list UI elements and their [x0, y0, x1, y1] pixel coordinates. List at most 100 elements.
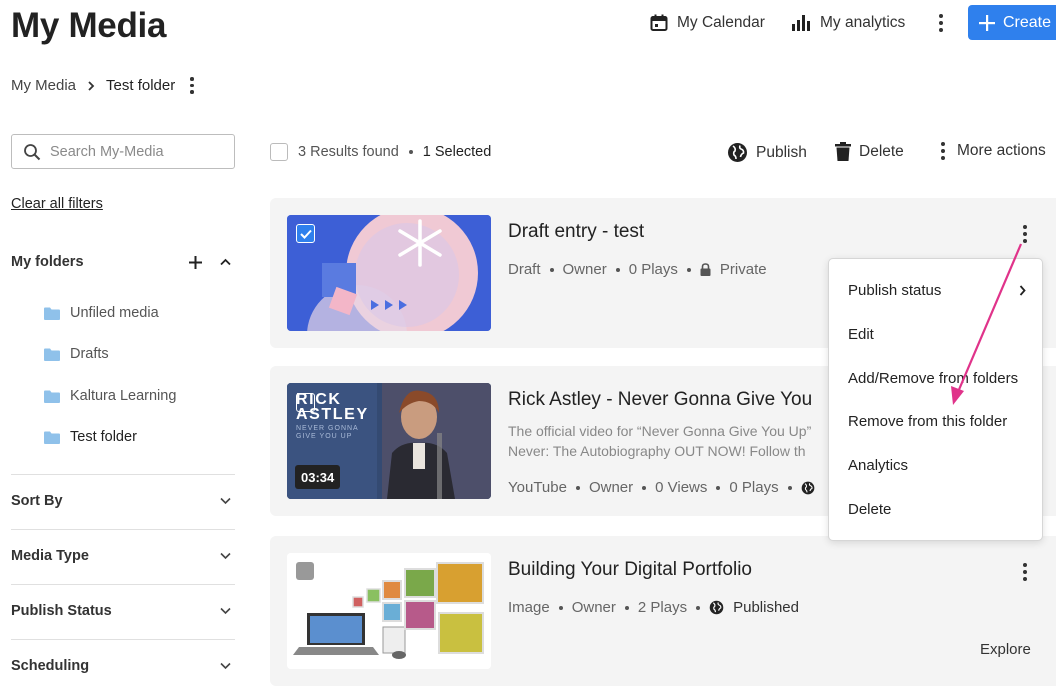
my-calendar-button[interactable]: My Calendar	[650, 12, 765, 34]
checkmark-icon	[299, 229, 312, 239]
folder-label: Drafts	[70, 346, 109, 362]
separator-dot	[558, 605, 563, 610]
separator-dot	[624, 605, 629, 610]
header-more-icon[interactable]	[935, 14, 947, 32]
breadcrumb-current: Test folder	[106, 77, 176, 94]
description-line: The official video for “Never Gonna Give…	[508, 423, 812, 439]
media-entry-card[interactable]: Building Your Digital Portfolio Image Ow…	[270, 536, 1056, 686]
meta-role: Owner	[588, 479, 634, 496]
entry-thumbnail[interactable]	[287, 215, 491, 331]
filter-sort-by[interactable]: Sort By	[11, 493, 235, 509]
filter-scheduling[interactable]: Scheduling	[11, 658, 235, 674]
menu-item-add-remove-folders[interactable]: Add/Remove from folders	[848, 370, 1018, 387]
trash-icon	[835, 142, 851, 161]
lock-icon	[700, 263, 711, 276]
menu-item-publish-status[interactable]: Publish status	[848, 282, 1026, 299]
add-folder-icon[interactable]	[189, 255, 202, 269]
folder-label: Kaltura Learning	[70, 388, 177, 404]
publish-label: Publish	[756, 143, 807, 161]
globe-icon	[728, 143, 747, 162]
more-actions-button[interactable]: More actions	[937, 142, 1046, 160]
folder-icon	[44, 348, 60, 361]
create-button[interactable]: Create	[968, 5, 1056, 40]
folder-item-test-folder[interactable]: Test folder	[44, 429, 137, 445]
entry-thumbnail[interactable]	[287, 553, 491, 669]
thumbnail-subtitle-text: NEVER GONNA GIVE YOU UP	[296, 425, 359, 441]
results-bar: 3 Results found 1 Selected	[270, 143, 491, 161]
bar-chart-icon	[792, 15, 810, 31]
selected-count: 1 Selected	[422, 144, 492, 160]
folder-icon	[44, 307, 60, 320]
entry-title[interactable]: Draft entry - test	[508, 221, 644, 243]
filter-publish-status[interactable]: Publish Status	[11, 603, 235, 619]
divider	[11, 474, 235, 475]
entry-title[interactable]: Building Your Digital Portfolio	[508, 559, 752, 581]
menu-item-remove-from-folder[interactable]: Remove from this folder	[848, 413, 1007, 430]
breadcrumb-root[interactable]: My Media	[11, 77, 76, 94]
entry-meta: Draft Owner 0 Plays Private	[508, 261, 767, 278]
filter-label: Sort By	[11, 493, 63, 509]
meta-plays: 0 Plays	[729, 479, 779, 496]
search-input[interactable]	[50, 143, 220, 160]
chevron-down-icon	[220, 552, 231, 560]
entry-checkbox[interactable]	[296, 393, 315, 412]
separator-dot	[549, 267, 554, 272]
entry-checkbox[interactable]	[296, 562, 314, 580]
meta-plays: 0 Plays	[628, 261, 678, 278]
filter-label: Scheduling	[11, 658, 90, 674]
search-field[interactable]	[11, 134, 235, 169]
publish-button[interactable]: Publish	[727, 142, 807, 163]
thumbnail-text-line: NEVER GONNA	[296, 425, 359, 432]
folder-label: Test folder	[70, 429, 137, 445]
folder-item-kaltura-learning[interactable]: Kaltura Learning	[44, 388, 176, 404]
abstract-artwork-thumbnail	[287, 215, 491, 331]
filter-media-type[interactable]: Media Type	[11, 548, 235, 564]
meta-status: Draft	[508, 261, 541, 278]
folder-more-icon[interactable]	[186, 77, 198, 94]
globe-icon	[709, 600, 724, 615]
entry-actions-menu-icon[interactable]	[1019, 225, 1031, 243]
entry-actions-menu-icon[interactable]	[1019, 563, 1031, 581]
separator-dot	[686, 267, 691, 272]
divider	[11, 529, 235, 530]
my-analytics-label: My analytics	[820, 14, 906, 31]
thumbnail-text-line: GIVE YOU UP	[296, 433, 353, 440]
folder-label: Unfiled media	[70, 305, 159, 321]
filter-label: Media Type	[11, 548, 89, 564]
explore-link[interactable]: Explore	[980, 641, 1031, 658]
search-icon	[24, 143, 41, 160]
entry-meta: YouTube Owner 0 Views 0 Plays	[508, 479, 815, 496]
menu-item-label: Publish status	[848, 282, 942, 299]
divider	[11, 584, 235, 585]
delete-button[interactable]: Delete	[835, 142, 904, 161]
more-actions-label: More actions	[957, 142, 1046, 159]
separator-dot	[696, 605, 701, 610]
entry-thumbnail[interactable]: RICK ASTLEY NEVER GONNA GIVE YOU UP 4K 0…	[287, 383, 491, 499]
meta-plays: 2 Plays	[637, 599, 688, 616]
menu-item-delete[interactable]: Delete	[848, 501, 891, 518]
clear-filters-link[interactable]: Clear all filters	[11, 196, 103, 212]
entry-checkbox-checked[interactable]	[296, 224, 315, 243]
folder-item-drafts[interactable]: Drafts	[44, 346, 109, 362]
chevron-right-icon	[1019, 285, 1026, 296]
menu-item-edit[interactable]: Edit	[848, 326, 874, 343]
folder-icon	[44, 431, 60, 444]
chevron-down-icon	[220, 497, 231, 505]
folder-item-unfiled-media[interactable]: Unfiled media	[44, 305, 159, 321]
calendar-icon	[650, 14, 668, 31]
entry-description: The official video for “Never Gonna Give…	[508, 421, 811, 461]
meta-publish-status: Published	[733, 599, 799, 616]
menu-item-analytics[interactable]: Analytics	[848, 457, 908, 474]
entry-actions-menu: Publish status Edit Add/Remove from fold…	[828, 258, 1043, 541]
meta-role: Owner	[571, 599, 616, 616]
globe-icon	[801, 481, 814, 494]
entry-title[interactable]: Rick Astley - Never Gonna Give You	[508, 389, 812, 411]
delete-label: Delete	[859, 142, 904, 160]
select-all-checkbox[interactable]	[270, 143, 288, 161]
my-folders-header: My folders	[11, 254, 235, 270]
page-title: My Media	[11, 6, 167, 45]
my-analytics-button[interactable]: My analytics	[791, 12, 905, 34]
separator-dot	[615, 267, 620, 272]
chevron-up-icon[interactable]	[220, 258, 231, 266]
duration-badge: 03:34	[295, 465, 341, 489]
